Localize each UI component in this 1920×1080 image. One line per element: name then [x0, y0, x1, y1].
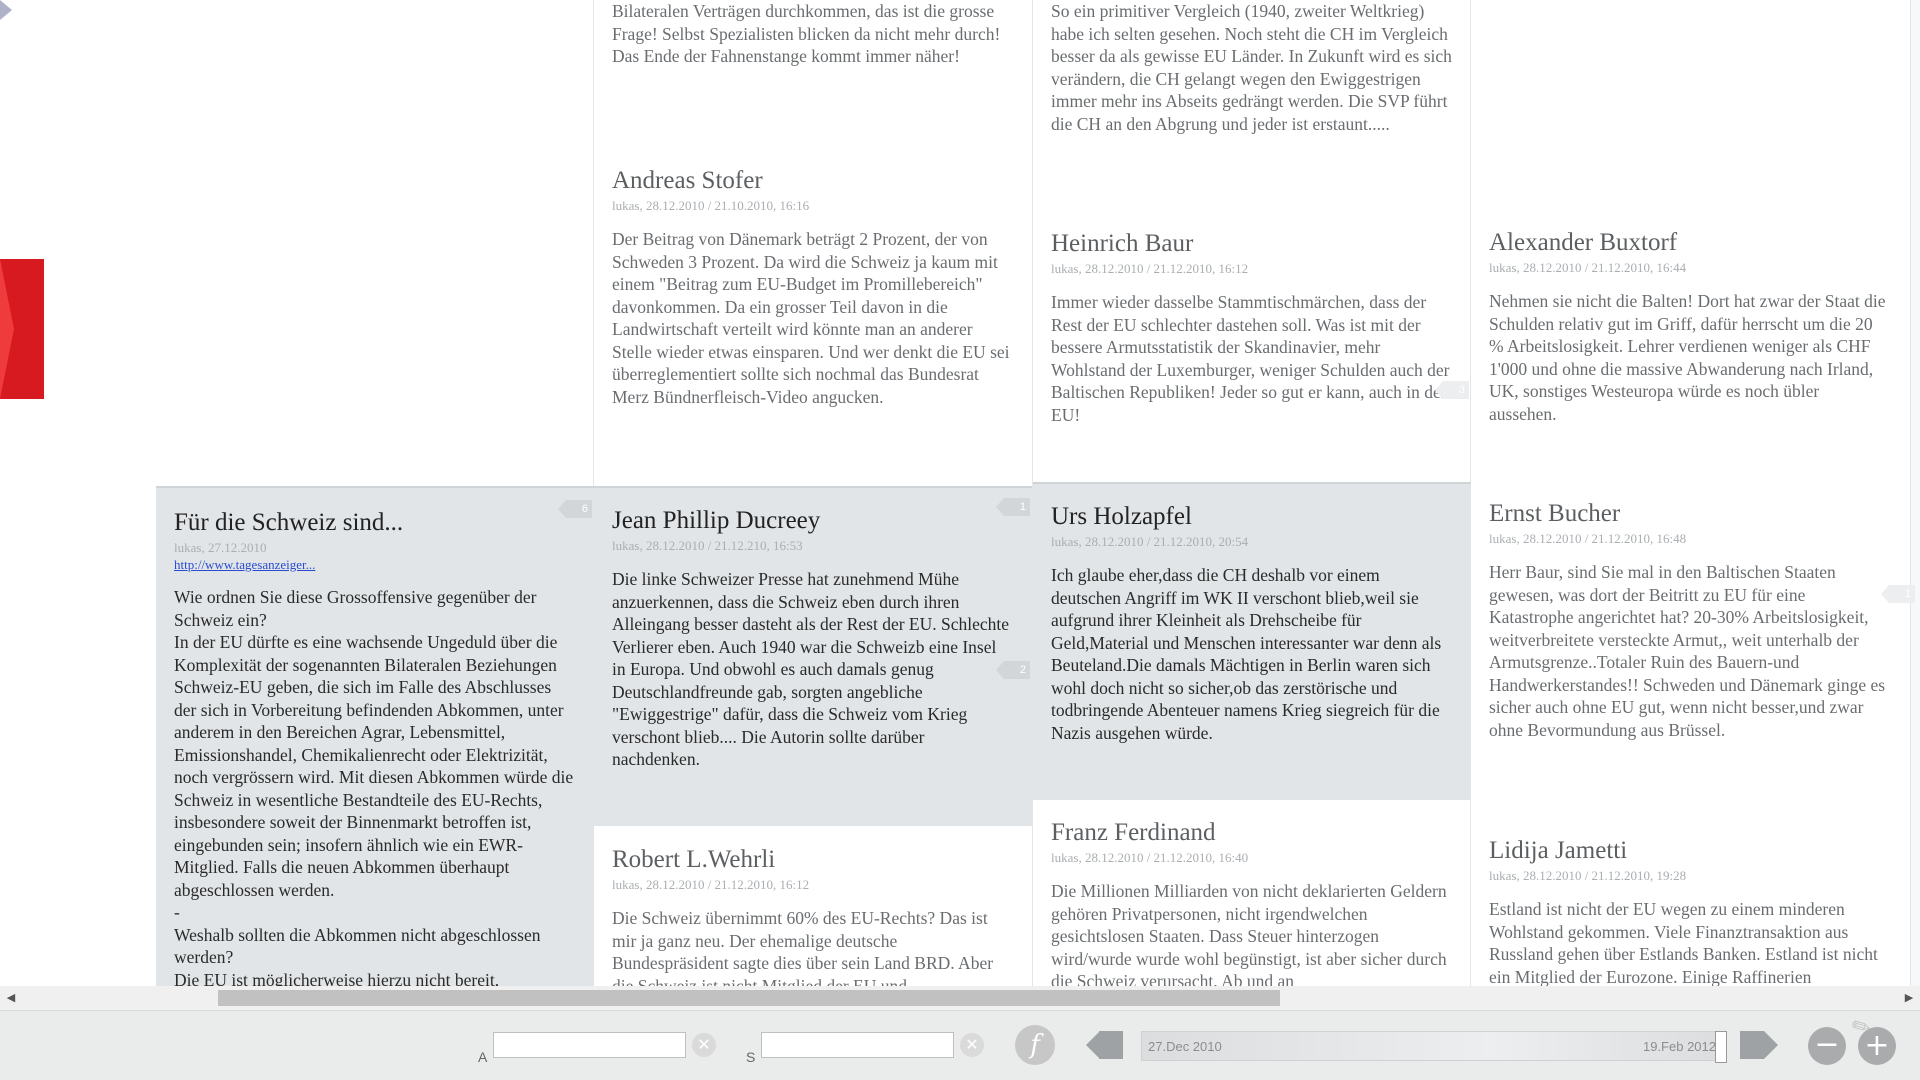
comment-card[interactable]: Lidija Jametti lukas, 28.12.2010 / 21.12… — [1471, 836, 1909, 986]
comment-author: Andreas Stofer — [612, 167, 763, 194]
comment-text: Ich glaube eher,dass die CH deshalb vor … — [1051, 565, 1442, 743]
comment-meta: lukas, 28.12.2010 / 21.12.2010, 19:28 — [1489, 868, 1687, 883]
article-body: Wie ordnen Sie diese Grossoffensive gege… — [174, 586, 576, 986]
comment-text: Der Beitrag von Dänemark beträgt 2 Proze… — [612, 229, 1010, 407]
comment-meta: lukas, 28.12.2010 / 21.12.2010, 16:48 — [1489, 531, 1687, 546]
comment-meta: lukas, 28.12.2010 / 21.12.2010, 16:12 — [1051, 261, 1249, 276]
author-filter-input[interactable] — [493, 1032, 686, 1058]
comment-card[interactable]: 3 Heinrich Baur lukas, 28.12.2010 / 21.1… — [1033, 229, 1471, 481]
timeline-prev-icon[interactable] — [1086, 1031, 1100, 1059]
comment-author: Robert L.Wehrli — [612, 846, 776, 873]
comment-text: Die Schweiz übernimmt 60% des EU-Rechts?… — [612, 908, 994, 986]
comment-meta: lukas, 28.12.2010 / 21.12.2010, 16:12 — [612, 877, 810, 892]
comment-board: 6 Für die Schweiz sind... lukas, 27.12.2… — [0, 0, 1920, 986]
search-filter-input[interactable] — [761, 1032, 954, 1058]
comment-author: Alexander Buxtorf — [1489, 229, 1678, 256]
comment-text: Nehmen sie nicht die Balten! Dort hat zw… — [1489, 291, 1886, 424]
comment-card[interactable]: Alexander Buxtorf lukas, 28.12.2010 / 21… — [1471, 228, 1909, 478]
comment-text: Die Millionen Milliarden von nicht dekla… — [1051, 881, 1447, 986]
bottom-toolbar: A ✕ S ✕ f 27.Dec 2010 19.Feb 2012 − + ✎ — [0, 1010, 1920, 1080]
comment-card[interactable]: Urs Holzapfel lukas, 28.12.2010 / 21.12.… — [1033, 482, 1471, 800]
comment-card[interactable]: Andreas Stofer lukas, 28.12.2010 / 21.10… — [594, 166, 1032, 484]
scrollbar-thumb[interactable] — [218, 990, 1280, 1006]
reply-count-badge[interactable]: 2 — [996, 661, 1030, 679]
timeline-prev-button[interactable] — [1099, 1031, 1123, 1059]
comment-author: Urs Holzapfel — [1051, 503, 1192, 530]
horizontal-scrollbar[interactable]: ◀ ▶ — [0, 986, 1920, 1010]
comment-author: Ernst Bucher — [1489, 500, 1621, 527]
comment-meta: lukas, 28.12.2010 / 21.12.210, 16:53 — [612, 538, 803, 553]
comment-text: Immer wieder dasselbe Stammtischmärchen,… — [1051, 292, 1450, 425]
timeline-next-button[interactable] — [1740, 1031, 1764, 1059]
timeline-handle[interactable] — [1715, 1031, 1727, 1063]
reply-count-badge[interactable]: 1 — [996, 498, 1030, 516]
comment-card[interactable]: Franz Ferdinand lukas, 28.12.2010 / 21.1… — [1033, 818, 1471, 986]
timeline-next-icon[interactable] — [1764, 1031, 1778, 1059]
comment-author: Lidija Jametti — [1489, 837, 1628, 864]
comment-text: Die linke Schweizer Presse hat zunehmend… — [612, 569, 1010, 769]
minus-icon[interactable]: − — [1808, 1027, 1846, 1065]
comment-text: Herr Baur, sind Sie mal in den Baltische… — [1489, 562, 1886, 740]
comment-text: Bilateralen Verträgen durchkommen, das i… — [612, 1, 1001, 66]
comment-author: Franz Ferdinand — [1051, 819, 1216, 846]
article-paragraph: Weshalb sollten die Abkommen nicht abges… — [174, 924, 541, 968]
comment-card[interactable]: Bilateralen Verträgen durchkommen, das i… — [594, 0, 1032, 150]
comment-text: Estland ist nicht der EU wegen zu einem … — [1489, 899, 1878, 986]
author-filter-label: A — [478, 1049, 488, 1065]
scroll-right-arrow-icon[interactable]: ▶ — [1900, 986, 1918, 1010]
article-paragraph: In der EU dürfte es eine wachsende Unged… — [174, 632, 574, 900]
article-paragraph: Wie ordnen Sie diese Grossoffensive gege… — [174, 587, 537, 630]
article-paragraph: Die EU ist möglicherweise hierzu nicht b… — [174, 969, 500, 987]
comment-author: Heinrich Baur — [1051, 230, 1194, 257]
clear-author-filter-icon[interactable]: ✕ — [692, 1033, 716, 1057]
comment-meta: lukas, 28.12.2010 / 21.12.2010, 16:40 — [1051, 850, 1249, 865]
article-meta: lukas, 27.12.2010 — [174, 540, 267, 555]
article-card[interactable]: 6 Für die Schweiz sind... lukas, 27.12.2… — [156, 486, 594, 986]
timeline-slider[interactable]: 27.Dec 2010 19.Feb 2012 — [1141, 1031, 1727, 1063]
comment-count-badge[interactable]: 6 — [558, 500, 592, 518]
comment-card[interactable]: 1 2 Jean Phillip Ducreey lukas, 28.12.20… — [594, 486, 1032, 826]
clear-search-filter-icon[interactable]: ✕ — [960, 1033, 984, 1057]
comment-meta: lukas, 28.12.2010 / 21.10.2010, 16:16 — [612, 198, 810, 213]
scroll-left-arrow-icon[interactable]: ◀ — [2, 986, 20, 1010]
timeline-start-date: 27.Dec 2010 — [1148, 1039, 1222, 1054]
comment-author: Jean Phillip Ducreey — [612, 507, 821, 534]
timeline-end-date: 19.Feb 2012 — [1642, 1039, 1716, 1054]
reply-count-badge[interactable]: 1 — [1881, 585, 1915, 603]
comment-card[interactable]: 1 Ernst Bucher lukas, 28.12.2010 / 21.12… — [1471, 499, 1915, 819]
comment-card[interactable]: Robert L.Wehrli lukas, 28.12.2010 / 21.1… — [594, 845, 1032, 986]
comment-card[interactable]: So ein primitiver Vergleich (1940, zweit… — [1033, 0, 1471, 210]
comment-meta: lukas, 28.12.2010 / 21.12.2010, 16:44 — [1489, 260, 1687, 275]
comment-meta: lukas, 28.12.2010 / 21.12.2010, 20:54 — [1051, 534, 1249, 549]
article-title: Für die Schweiz sind... — [174, 509, 404, 536]
search-filter-label: S — [746, 1049, 756, 1065]
comment-text: So ein primitiver Vergleich (1940, zweit… — [1051, 1, 1452, 134]
reply-count-badge[interactable]: 3 — [1435, 381, 1469, 399]
article-paragraph: - — [174, 902, 180, 922]
article-source-link[interactable]: http://www.tagesanzeiger... — [174, 556, 576, 574]
facebook-icon[interactable]: f — [1015, 1025, 1055, 1065]
board-right-edge — [1910, 0, 1920, 986]
